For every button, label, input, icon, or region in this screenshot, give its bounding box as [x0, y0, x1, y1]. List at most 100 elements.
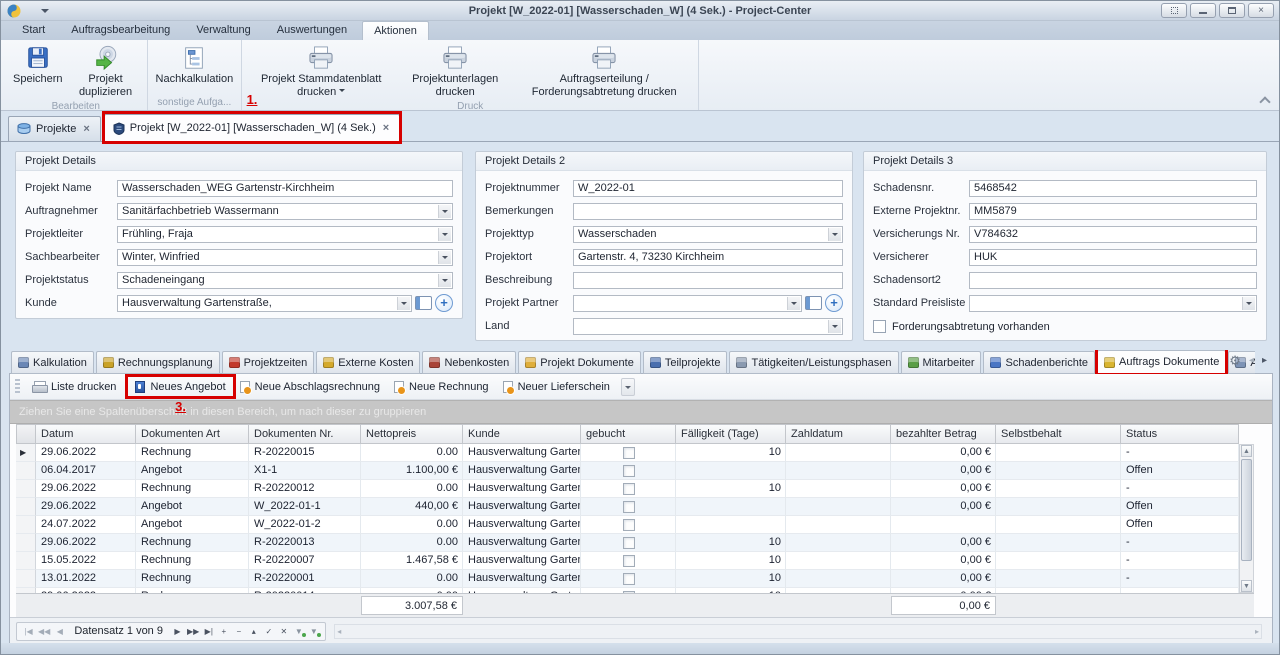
- column-header-nettopreis[interactable]: Nettopreis: [361, 424, 463, 444]
- cell-kunde[interactable]: Hausverwaltung Garten...: [463, 570, 581, 588]
- cell-faellig[interactable]: 10: [676, 570, 786, 588]
- horizontal-scrollbar[interactable]: ◂ ▸: [334, 624, 1262, 639]
- cell-faellig[interactable]: 10: [676, 534, 786, 552]
- nav-next-icon[interactable]: ▶: [170, 624, 185, 639]
- cell-kunde[interactable]: Hausverwaltung Garten...: [463, 480, 581, 498]
- cell-status[interactable]: -: [1121, 480, 1239, 498]
- externe-projektnr-input[interactable]: MM5879: [969, 203, 1257, 220]
- checkbox-unchecked[interactable]: [623, 465, 635, 477]
- checkbox-unchecked[interactable]: [623, 447, 635, 459]
- nav-prev-page-icon[interactable]: ◀◀: [36, 624, 52, 639]
- add-icon[interactable]: [435, 294, 453, 312]
- tab-teilprojekte[interactable]: Teilprojekte: [643, 351, 728, 374]
- nav-delete-icon[interactable]: −: [231, 624, 246, 639]
- auftragnehmer-input[interactable]: Sanitärfachbetrieb Wassermann: [117, 203, 453, 220]
- cell-gebucht[interactable]: [581, 462, 676, 480]
- tab-rechnungsplanung[interactable]: Rechnungsplanung: [96, 351, 220, 374]
- column-header-datum[interactable]: Datum: [36, 424, 136, 444]
- nav-post-icon[interactable]: ✓: [261, 624, 276, 639]
- cell-zahldatum[interactable]: [786, 552, 891, 570]
- cell-faellig[interactable]: [676, 516, 786, 534]
- maximize-button[interactable]: [1219, 3, 1245, 18]
- cell-faellig[interactable]: [676, 462, 786, 480]
- ribbon-collapse-icon[interactable]: [1261, 96, 1269, 104]
- cell-status[interactable]: -: [1121, 552, 1239, 570]
- fullscreen-button[interactable]: [1161, 3, 1187, 18]
- cell-status[interactable]: Offen: [1121, 498, 1239, 516]
- cell-netto[interactable]: 0.00: [361, 480, 463, 498]
- toolbar-grip[interactable]: [15, 379, 20, 394]
- cell-gebucht[interactable]: [581, 570, 676, 588]
- table-row[interactable]: 06.04.2017AngebotX1-11.100,00 €Hausverwa…: [16, 462, 1239, 480]
- cell-kunde[interactable]: Hausverwaltung Garten...: [463, 462, 581, 480]
- tab-nebenkosten[interactable]: Nebenkosten: [422, 351, 516, 374]
- projektnummer-input[interactable]: W_2022-01: [573, 180, 843, 197]
- filter-customize-icon[interactable]: ▼: [306, 624, 321, 639]
- cell-status[interactable]: -: [1121, 534, 1239, 552]
- table-row[interactable]: 29.06.2022RechnungR-202200130.00Hausverw…: [16, 534, 1239, 552]
- table-row[interactable]: 29.06.2022RechnungR-202200120.00Hausverw…: [16, 480, 1239, 498]
- cell-bezahlt[interactable]: 0,00 €: [891, 534, 996, 552]
- cell-selbst[interactable]: [996, 516, 1121, 534]
- table-row[interactable]: 15.05.2022RechnungR-202200071.467,58 €Ha…: [16, 552, 1239, 570]
- projektstatus-input[interactable]: Schadeneingang: [117, 272, 453, 289]
- column-header-gebucht[interactable]: gebucht: [581, 424, 676, 444]
- cell-zahldatum[interactable]: [786, 516, 891, 534]
- cell-nr[interactable]: W_2022-01-2: [249, 516, 361, 534]
- cell-gebucht[interactable]: [581, 552, 676, 570]
- tab-auftrags-dokumente[interactable]: Auftrags Dokumente2.: [1097, 350, 1226, 374]
- cell-art[interactable]: Angebot: [136, 498, 249, 516]
- schadensnr-input[interactable]: 5468542: [969, 180, 1257, 197]
- row-indicator[interactable]: [16, 534, 36, 552]
- row-indicator[interactable]: [16, 498, 36, 516]
- cell-datum[interactable]: 29.06.2022: [36, 480, 136, 498]
- minimize-button[interactable]: [1190, 3, 1216, 18]
- cell-bezahlt[interactable]: 0,00 €: [891, 552, 996, 570]
- cell-bezahlt[interactable]: 0,00 €: [891, 480, 996, 498]
- contact-card-icon[interactable]: [415, 296, 432, 310]
- dropdown-caret-icon[interactable]: [828, 320, 841, 333]
- cell-zahldatum[interactable]: [786, 444, 891, 462]
- column-header-zahldatum[interactable]: Zahldatum: [786, 424, 891, 444]
- projektleiter-input[interactable]: Frühling, Fraja: [117, 226, 453, 243]
- row-indicator[interactable]: [16, 462, 36, 480]
- cell-bezahlt[interactable]: 0,00 €: [891, 570, 996, 588]
- group-by-panel[interactable]: Ziehen Sie eine Spaltenüberschrift in di…: [10, 400, 1272, 424]
- cell-datum[interactable]: 24.07.2022: [36, 516, 136, 534]
- table-row[interactable]: 29.06.2022AngebotW_2022-01-1440,00 €Haus…: [16, 498, 1239, 516]
- column-header-dokumenten-nr[interactable]: Dokumenten Nr.: [249, 424, 361, 444]
- cell-netto[interactable]: 0.00: [361, 444, 463, 462]
- ribbon-tab-start[interactable]: Start: [11, 21, 56, 40]
- cell-kunde[interactable]: Hausverwaltung Garten...: [463, 552, 581, 570]
- projektunterlagen-drucken-button[interactable]: Projektunterlagen drucken: [397, 42, 513, 100]
- nav-last-icon[interactable]: ▶|: [201, 624, 216, 639]
- speichern-button[interactable]: Speichern: [8, 42, 68, 88]
- tab-mitarbeiter[interactable]: Mitarbeiter: [901, 351, 982, 374]
- column-header-selbstbehalt[interactable]: Selbstbehalt: [996, 424, 1121, 444]
- cell-kunde[interactable]: Hausverwaltung Garten...: [463, 516, 581, 534]
- cell-art[interactable]: Rechnung: [136, 444, 249, 462]
- cell-kunde[interactable]: Hausverwaltung Garten...: [463, 534, 581, 552]
- nav-cancel-icon[interactable]: ✕: [276, 624, 291, 639]
- scroll-up-icon[interactable]: ▲: [1241, 445, 1252, 457]
- column-header-status[interactable]: Status: [1121, 424, 1239, 444]
- cell-nr[interactable]: R-20220015: [249, 444, 361, 462]
- tab-externe-kosten[interactable]: Externe Kosten: [316, 351, 420, 374]
- cell-selbst[interactable]: [996, 552, 1121, 570]
- cell-netto[interactable]: 0.00: [361, 570, 463, 588]
- cell-bezahlt[interactable]: 0,00 €: [891, 498, 996, 516]
- cell-gebucht[interactable]: [581, 534, 676, 552]
- cell-nr[interactable]: R-20220013: [249, 534, 361, 552]
- tab-scroll-left-icon[interactable]: ◂: [1249, 355, 1254, 366]
- cell-selbst[interactable]: [996, 462, 1121, 480]
- versicherungs-nr-input[interactable]: V784632: [969, 226, 1257, 243]
- checkbox-unchecked[interactable]: [623, 519, 635, 531]
- close-button[interactable]: ×: [1248, 3, 1274, 18]
- nav-prev-icon[interactable]: ◀: [52, 624, 67, 639]
- cell-faellig[interactable]: 10: [676, 444, 786, 462]
- cell-gebucht[interactable]: [581, 444, 676, 462]
- tab-close-icon[interactable]: ×: [81, 123, 91, 135]
- neues-angebot-button[interactable]: Neues Angebot 3.: [128, 378, 232, 396]
- projekttyp-input[interactable]: Wasserschaden: [573, 226, 843, 243]
- scroll-left-icon[interactable]: ◂: [337, 627, 341, 636]
